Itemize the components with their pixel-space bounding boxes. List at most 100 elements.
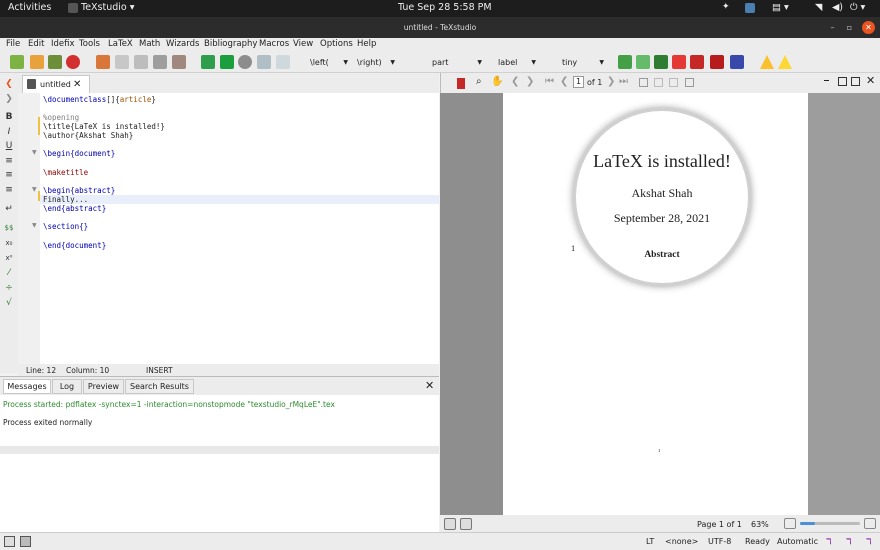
minimize-icon[interactable]: – xyxy=(826,21,839,34)
chevron-left-icon[interactable]: ❮ xyxy=(4,79,14,89)
warning-next-icon[interactable] xyxy=(778,55,792,69)
subscript-icon[interactable]: x₀ xyxy=(4,238,14,248)
grid-icon[interactable] xyxy=(685,78,694,87)
preview-icon[interactable]: ℸ xyxy=(866,537,871,546)
languagetool-indicator[interactable]: LT xyxy=(646,537,654,546)
undo-icon[interactable] xyxy=(96,55,110,69)
table-col-icon[interactable] xyxy=(636,55,650,69)
code-line[interactable]: \maketitle xyxy=(43,168,88,177)
close-icon[interactable]: ✕ xyxy=(866,74,875,87)
close-icon[interactable]: ✕ xyxy=(73,76,81,93)
menu-tools[interactable]: Tools xyxy=(79,39,100,49)
close-icon[interactable]: ✕ xyxy=(425,379,434,392)
code-line[interactable]: \title{LaTeX is installed!} xyxy=(43,122,165,131)
menu-options[interactable]: Options xyxy=(320,39,353,49)
paste-icon[interactable] xyxy=(172,55,186,69)
save-icon[interactable] xyxy=(48,55,62,69)
sync-icon[interactable] xyxy=(444,518,456,530)
menu-latex[interactable]: LaTeX xyxy=(108,39,133,49)
wifi-icon[interactable]: ◥ xyxy=(815,2,822,13)
spelling-language[interactable]: <none> xyxy=(665,537,698,546)
table-row-icon[interactable] xyxy=(618,55,632,69)
compile-icon[interactable] xyxy=(220,55,234,69)
encoding[interactable]: UTF-8 xyxy=(708,537,731,546)
tab-search-results[interactable]: Search Results xyxy=(125,379,194,394)
page-number-input[interactable]: 1 xyxy=(573,76,584,88)
zoom-slider[interactable] xyxy=(800,522,860,525)
tab-log[interactable]: Log xyxy=(52,379,82,394)
new-file-icon[interactable] xyxy=(10,55,24,69)
first-page-icon[interactable]: ⏮ xyxy=(545,76,554,87)
open-file-icon[interactable] xyxy=(30,55,44,69)
code-line[interactable]: \section{} xyxy=(43,222,88,231)
activities-button[interactable]: Activities xyxy=(8,2,51,13)
align-center-icon[interactable]: ≡ xyxy=(4,170,14,180)
fold-icon[interactable]: ▼ xyxy=(32,149,37,156)
next-page-icon[interactable]: ❯ xyxy=(607,76,615,87)
horizontal-scrollbar[interactable] xyxy=(0,446,439,454)
warning-icon[interactable] xyxy=(760,55,774,69)
zoom-icon[interactable]: ⌕ xyxy=(476,76,482,87)
code-line[interactable]: Finally... xyxy=(43,195,88,204)
code-line[interactable]: \end{abstract} xyxy=(43,204,106,213)
dfrac-icon[interactable]: ÷ xyxy=(4,283,14,293)
chevron-left-icon[interactable]: ❮ xyxy=(511,76,519,87)
windowed-icon[interactable] xyxy=(838,77,847,86)
tex-icon[interactable]: ℸ xyxy=(846,537,851,546)
menu-bibliography[interactable]: Bibliography xyxy=(204,39,257,49)
code-line[interactable]: \begin{abstract} xyxy=(43,186,115,195)
volume-icon[interactable]: ◀) xyxy=(832,2,843,13)
superscript-icon[interactable]: x⁰ xyxy=(4,253,14,263)
code-line[interactable]: \documentclass[]{article} xyxy=(43,95,156,104)
app-menu-button[interactable]: TeXstudio ▾ xyxy=(81,2,135,13)
code-line[interactable]: %opening xyxy=(43,113,79,122)
prev-page-icon[interactable]: ❮ xyxy=(560,76,568,87)
cut-icon[interactable] xyxy=(153,55,167,69)
minimize-icon[interactable]: ⎯ xyxy=(824,75,829,86)
underline-icon[interactable]: U xyxy=(4,141,14,151)
power-icon[interactable]: ⏻ ▾ xyxy=(850,2,865,13)
menu-view[interactable]: View xyxy=(293,39,313,49)
sectioning-combo[interactable]: part ▼ xyxy=(432,55,482,70)
view-log-icon[interactable] xyxy=(276,55,290,69)
zoom-level[interactable]: 63% xyxy=(751,520,769,529)
table-add-col-icon[interactable] xyxy=(654,55,668,69)
bold-icon[interactable]: B xyxy=(4,112,14,122)
reference-combo[interactable]: label ▼ xyxy=(498,55,536,70)
menu-wizards[interactable]: Wizards xyxy=(166,39,199,49)
menu-idefix[interactable]: Idefix xyxy=(51,39,75,49)
italic-icon[interactable]: I xyxy=(4,127,14,137)
clock[interactable]: Tue Sep 28 5:58 PM xyxy=(398,2,492,13)
frac-icon[interactable]: ⁄ xyxy=(4,268,14,278)
code-line[interactable]: \author{Akshat Shah} xyxy=(43,131,133,140)
last-page-icon[interactable]: ⏭ xyxy=(619,76,628,87)
structure-toggle-icon[interactable] xyxy=(4,536,15,547)
size-combo[interactable]: tiny ▼ xyxy=(562,55,604,70)
messages-toggle-icon[interactable] xyxy=(20,536,31,547)
sync-lock-icon[interactable] xyxy=(460,518,472,530)
tab-messages[interactable]: Messages xyxy=(3,379,51,394)
chevron-right-icon[interactable]: ❯ xyxy=(526,76,534,87)
undock-icon[interactable] xyxy=(851,77,860,86)
fold-icon[interactable]: ▼ xyxy=(32,222,37,229)
menu-help[interactable]: Help xyxy=(357,39,376,49)
tab-untitled[interactable]: untitled ✕ xyxy=(22,75,90,93)
zoom-out-icon[interactable] xyxy=(784,518,796,529)
compile-mode[interactable]: Automatic xyxy=(777,537,818,546)
bookmark-icon[interactable] xyxy=(457,78,465,89)
close-icon[interactable]: ✕ xyxy=(862,21,875,34)
menu-file[interactable]: File xyxy=(6,39,20,49)
tab-preview[interactable]: Preview xyxy=(83,379,124,394)
fit-width-icon[interactable] xyxy=(639,78,648,87)
magnifier-lens[interactable]: LaTeX is installed! Akshat Shah Septembe… xyxy=(576,111,748,283)
menu-macros[interactable]: Macros xyxy=(259,39,289,49)
code-line[interactable]: \begin{document} xyxy=(43,149,115,158)
align-right-icon[interactable]: ≡ xyxy=(4,185,14,195)
tray-app-icon[interactable] xyxy=(745,3,755,13)
view-pdf-icon[interactable] xyxy=(257,55,271,69)
copy-icon[interactable] xyxy=(134,55,148,69)
left-delim-combo[interactable]: \left(▼ xyxy=(310,55,348,70)
chevron-right-icon[interactable]: ❯ xyxy=(4,94,14,104)
zoom-in-icon[interactable] xyxy=(864,518,876,529)
fit-page-icon[interactable] xyxy=(654,78,663,87)
